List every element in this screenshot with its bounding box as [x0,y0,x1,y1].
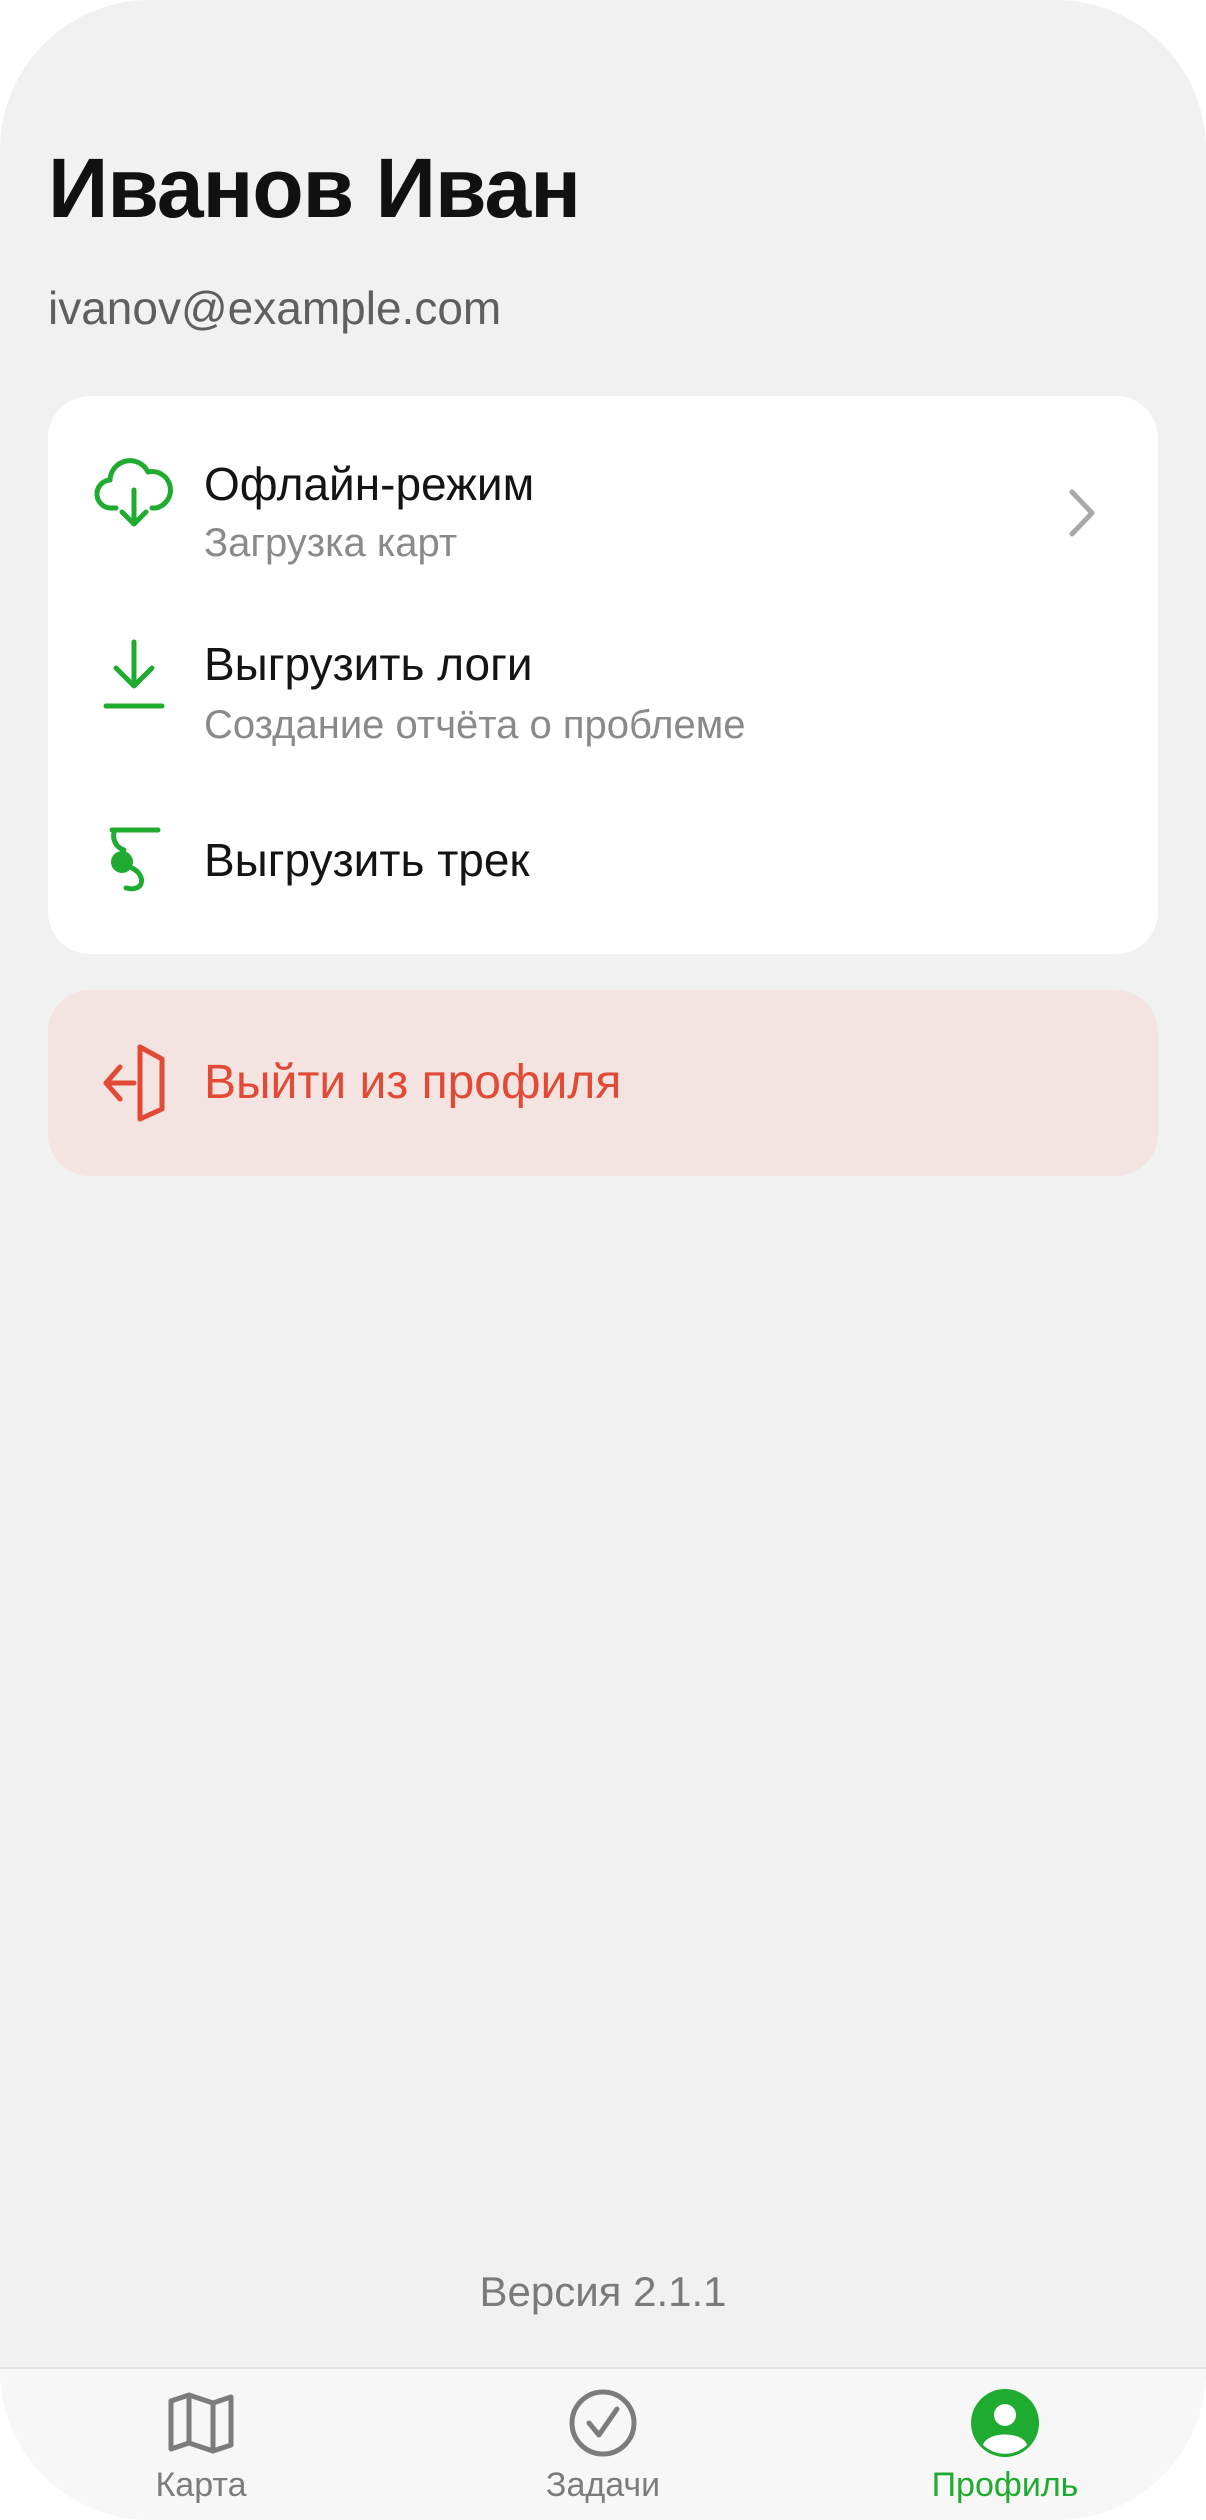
logout-label: Выйти из профиля [204,1056,622,1109]
menu-item-title: Офлайн-режим [204,458,535,510]
user-icon [971,2389,1039,2457]
logout-button[interactable]: Выйти из профиля [48,990,1158,1176]
track-icon [109,827,161,892]
menu-item-export-track[interactable]: Выгрузить трек [48,768,1158,954]
map-icon [168,2392,234,2454]
menu-item-subtitle: Создание отчёта о проблеме [204,703,746,747]
logout-icon [103,1044,165,1122]
tab-label: Задачи [545,2466,661,2504]
tab-map[interactable]: Карта [71,2369,331,2520]
tab-label: Профиль [931,2466,1079,2504]
menu-item-subtitle: Загрузка карт [204,521,458,565]
cloud-download-icon [94,458,173,527]
settings-card: Офлайн-режим Загрузка карт Выгрузить лог… [48,396,1158,954]
menu-item-offline-mode[interactable]: Офлайн-режим Загрузка карт [48,396,1158,582]
check-circle-icon [569,2389,637,2457]
menu-item-title: Выгрузить логи [204,638,533,690]
tab-label: Карта [155,2466,247,2504]
user-name: Иванов Иван [48,141,581,235]
download-icon [103,639,165,709]
tab-bar: Карта Задачи Профиль [0,2367,1206,2520]
tab-tasks[interactable]: Задачи [473,2369,733,2520]
profile-header: Иванов Иван ivanov@example.com [48,138,1158,336]
menu-item-export-logs[interactable]: Выгрузить логи Создание отчёта о проблем… [48,582,1158,768]
tab-profile[interactable]: Профиль [875,2369,1135,2520]
app-version: Версия 2.1.1 [479,2268,727,2315]
chevron-right-icon [1069,489,1095,537]
profile-screen: Иванов Иван ivanov@example.com Офлайн-ре… [0,0,1206,2520]
user-email: ivanov@example.com [48,282,502,334]
menu-item-title: Выгрузить трек [204,834,530,886]
